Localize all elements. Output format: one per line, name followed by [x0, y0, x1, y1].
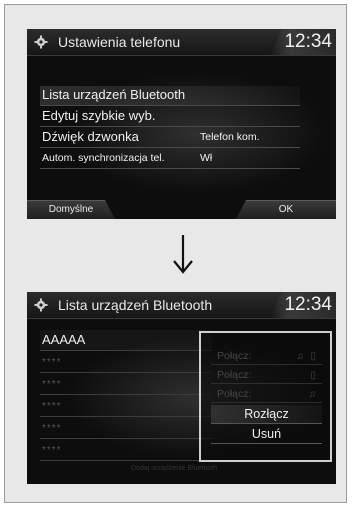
device-list-item[interactable]: AAAAA [40, 330, 212, 351]
default-button[interactable]: Domyślne [27, 200, 115, 219]
device-name: **** [42, 357, 62, 368]
device-options-popup: Połącz: ♫ ▯ Połącz: ▯ Połącz: ♫ Rozłącz … [199, 331, 332, 462]
device-list-item[interactable]: **** [40, 396, 212, 417]
menu-item-ringtone[interactable]: Dźwięk dzwonka Telefon kom. [40, 128, 300, 148]
device-name: **** [42, 423, 62, 434]
option-label: Połącz: [217, 388, 252, 400]
device-list-item[interactable]: **** [40, 418, 212, 439]
device-list-item[interactable]: **** [40, 440, 212, 461]
phone-icon: ▯ [310, 351, 316, 362]
menu-item-label: Autom. synchronizacja tel. [42, 152, 165, 164]
phone-icon: ▯ [310, 370, 316, 381]
option-label: Połącz: [217, 350, 252, 362]
clock: 12:34 [284, 294, 332, 315]
menu-item-value: Telefon kom. [200, 131, 260, 143]
add-device-hint: Dodaj urządzenie Bluetooth [131, 465, 218, 472]
device-list-item[interactable]: **** [40, 374, 212, 395]
menu-item-label: Edytuj szybkie wyb. [42, 108, 156, 123]
gear-icon [34, 298, 48, 312]
device-name: **** [42, 379, 62, 390]
menu-item-label: Lista urządzeń Bluetooth [42, 87, 186, 102]
ok-button[interactable]: OK [236, 200, 336, 219]
menu-item-speed-dial[interactable]: Edytuj szybkie wyb. [40, 107, 300, 127]
title-bar: Lista urządzeń Bluetooth 12:34 [27, 292, 336, 319]
gear-icon [34, 35, 48, 49]
title-bar: Ustawienia telefonu 12:34 [27, 29, 336, 56]
delete-button[interactable]: Usuń [211, 425, 322, 444]
disconnect-button[interactable]: Rozłącz [211, 405, 322, 424]
connect-phone-option: Połącz: ▯ [211, 367, 322, 384]
page-title: Lista urządzeń Bluetooth [58, 297, 213, 313]
menu-item-auto-sync[interactable]: Autom. synchronizacja tel. Wł [40, 149, 300, 169]
device-name: AAAAA [42, 332, 86, 347]
connect-audio-option: Połącz: ♫ [211, 386, 322, 403]
connect-all-option: Połącz: ♫ ▯ [211, 348, 322, 365]
menu-item-value: Wł [200, 152, 213, 164]
page-title: Ustawienia telefonu [58, 34, 181, 50]
music-note-icon: ♫ [308, 389, 317, 400]
bluetooth-list-screen: Lista urządzeń Bluetooth 12:34 AAAAA ***… [27, 292, 336, 484]
menu-item-bluetooth-list[interactable]: Lista urządzeń Bluetooth [40, 86, 300, 106]
device-list-item[interactable]: **** [40, 352, 212, 373]
clock: 12:34 [284, 31, 332, 52]
option-label: Połącz: [217, 369, 252, 381]
down-arrow-icon [173, 235, 193, 274]
device-name: **** [42, 401, 62, 412]
device-name: **** [42, 445, 62, 456]
music-note-icon: ♫ [296, 351, 305, 362]
phone-settings-screen: Ustawienia telefonu 12:34 Lista urządzeń… [27, 29, 336, 219]
menu-item-label: Dźwięk dzwonka [42, 129, 139, 144]
